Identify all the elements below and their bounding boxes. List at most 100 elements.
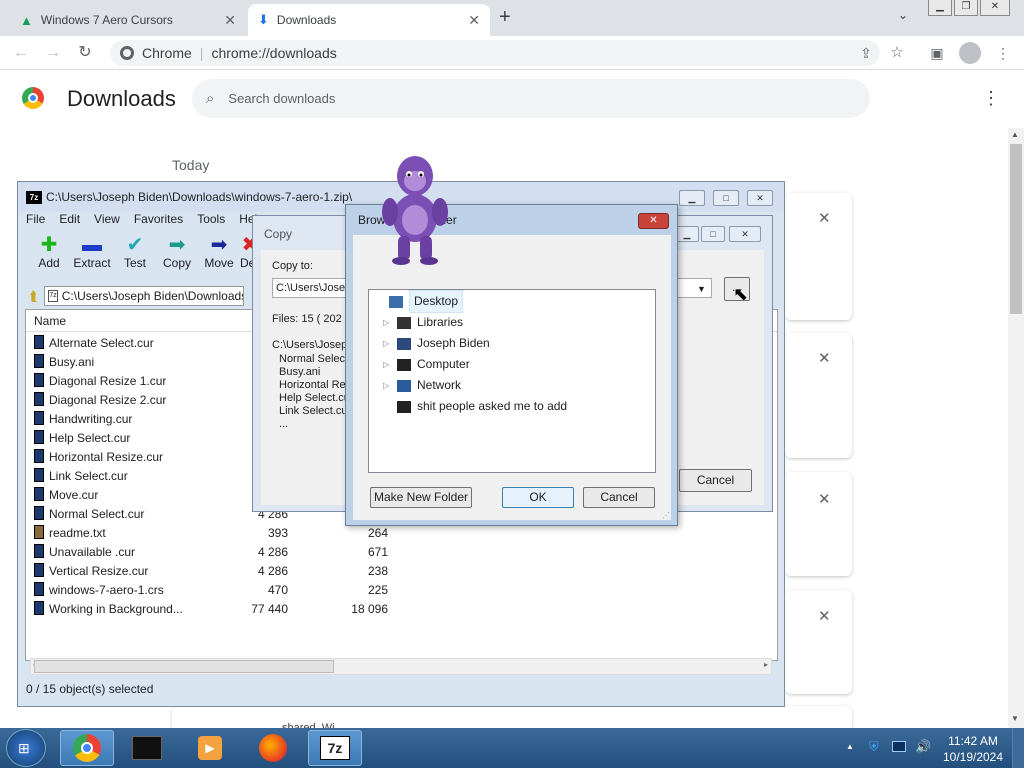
scrollbar-thumb[interactable] — [34, 660, 334, 673]
menu-file[interactable]: File — [26, 212, 45, 230]
table-row[interactable]: Busy.ani — [34, 353, 94, 372]
taskbar-chrome[interactable] — [60, 730, 114, 766]
tab-search-icon[interactable]: ⌄ — [898, 8, 908, 22]
table-row[interactable]: Vertical Resize.cur — [34, 562, 148, 581]
table-row[interactable]: Horizontal Resize.cur — [34, 448, 163, 467]
table-row[interactable]: Normal Select.cur — [34, 505, 144, 524]
minimize-button[interactable]: ▁ — [679, 190, 705, 206]
tab-windows7-aero-cursors[interactable]: ▲ Windows 7 Aero Cursors ✕ — [10, 4, 246, 36]
close-window-button[interactable]: ✕ — [980, 0, 1010, 16]
restore-button[interactable]: ❐ — [954, 0, 978, 16]
close-tab-icon[interactable]: ✕ — [468, 12, 480, 29]
table-row[interactable]: Diagonal Resize 1.cur — [34, 372, 166, 391]
shield-icon[interactable]: ⛨ — [869, 739, 879, 755]
taskbar-firefox[interactable] — [246, 730, 300, 766]
expand-arrow-icon[interactable]: ▷ — [383, 354, 395, 375]
side-panel-icon[interactable]: ▣ — [926, 42, 948, 64]
show-hidden-icons[interactable]: ▲ — [846, 742, 854, 751]
tab-title: Windows 7 Aero Cursors — [40, 13, 173, 27]
remove-download-icon[interactable]: ✕ — [818, 607, 831, 625]
chrome-menu-icon[interactable]: ⋮ — [992, 42, 1014, 64]
menu-edit[interactable]: Edit — [59, 212, 80, 230]
remove-download-icon[interactable]: ✕ — [818, 209, 831, 227]
move-button[interactable]: ➡ Move — [198, 234, 240, 270]
bookmark-star-icon[interactable]: ☆ — [886, 42, 908, 64]
scrollbar-thumb[interactable] — [1010, 144, 1022, 314]
make-new-folder-button[interactable]: Make New Folder — [370, 487, 472, 508]
profile-avatar[interactable] — [959, 42, 981, 64]
table-row[interactable]: Link Select.cur — [34, 467, 128, 486]
download-card — [785, 472, 852, 576]
table-row[interactable]: Handwriting.cur — [34, 410, 132, 429]
omnibox[interactable]: Chrome | chrome://downloads — [110, 40, 880, 66]
volume-icon[interactable]: 🔊 — [915, 739, 931, 755]
folder-icon — [397, 400, 411, 413]
tab-downloads[interactable]: ⬇ Downloads ✕ — [248, 4, 490, 36]
folder-up-icon[interactable]: ⮬ — [30, 288, 38, 305]
start-button[interactable]: ⊞ — [6, 729, 46, 767]
file-name: Handwriting.cur — [49, 412, 133, 426]
user-folder-icon — [397, 337, 411, 350]
table-row[interactable]: Diagonal Resize 2.cur — [34, 391, 166, 410]
reload-button[interactable]: ↻ — [74, 42, 96, 64]
tree-item[interactable]: ▷ Network — [383, 375, 461, 396]
firefox-icon — [259, 734, 287, 762]
tree-item[interactable]: ▷ Joseph Biden — [383, 333, 490, 354]
maximize-button[interactable]: □ — [701, 226, 725, 242]
back-button[interactable]: ← — [10, 42, 32, 64]
table-row[interactable]: windows-7-aero-1.crs — [34, 581, 164, 600]
bonzi-buddy-character[interactable] — [378, 154, 452, 266]
table-row[interactable]: readme.txt — [34, 524, 106, 543]
remove-download-icon[interactable]: ✕ — [818, 490, 831, 508]
taskbar-cmd[interactable] — [120, 730, 174, 766]
taskbar-media-player[interactable]: ▶ — [183, 730, 237, 766]
resize-grip-icon[interactable]: ⋰ — [662, 511, 670, 520]
table-row[interactable]: Move.cur — [34, 486, 98, 505]
search-downloads-input[interactable]: ⌕ Search downloads — [192, 79, 870, 118]
close-button[interactable]: ✕ — [747, 190, 773, 206]
scroll-down-icon[interactable]: ▼ — [1011, 714, 1019, 723]
clock-date: 10/19/2024 — [942, 750, 1004, 764]
tree-item[interactable]: ▷ Libraries — [383, 312, 463, 333]
expand-arrow-icon[interactable]: ▷ — [383, 312, 395, 333]
cancel-button[interactable]: Cancel — [679, 469, 752, 492]
add-button[interactable]: ✚ Add — [28, 234, 70, 270]
tree-item[interactable]: shit people asked me to add — [383, 396, 567, 417]
menu-favorites[interactable]: Favorites — [134, 212, 183, 230]
ok-button[interactable]: OK — [502, 487, 574, 508]
dropdown-arrow-icon[interactable]: ▼ — [697, 284, 706, 294]
menu-view[interactable]: View — [94, 212, 120, 230]
expand-arrow-icon[interactable]: ▷ — [383, 375, 395, 396]
minimize-button[interactable]: ▁ — [675, 226, 699, 242]
scroll-up-icon[interactable]: ▲ — [1011, 130, 1019, 139]
close-button[interactable]: ✕ — [729, 226, 761, 242]
share-icon[interactable]: ⇪ — [855, 42, 877, 64]
table-row[interactable]: Unavailable .cur — [34, 543, 135, 562]
taskbar-clock[interactable]: 11:42 AM 10/19/2024 — [938, 733, 1008, 765]
forward-button[interactable]: → — [42, 42, 64, 64]
extract-button[interactable]: ▬ Extract — [70, 234, 114, 270]
minimize-button[interactable]: ▁ — [928, 0, 952, 16]
table-row[interactable]: Alternate Select.cur — [34, 334, 154, 353]
menu-tools[interactable]: Tools — [197, 212, 225, 230]
copy-button[interactable]: ➡ Copy — [156, 234, 198, 270]
taskbar-7zip[interactable]: 7z — [308, 730, 362, 766]
network-tray-icon[interactable] — [892, 741, 906, 752]
maximize-button[interactable]: □ — [713, 190, 739, 206]
tree-item[interactable]: Desktop — [375, 290, 464, 313]
downloads-menu-icon[interactable]: ⋮ — [982, 88, 1000, 109]
table-row[interactable]: Working in Background... — [34, 600, 183, 619]
new-tab-button[interactable]: + — [499, 6, 511, 29]
tree-item[interactable]: ▷ Computer — [383, 354, 470, 375]
expand-arrow-icon[interactable]: ▷ — [383, 333, 395, 354]
table-row[interactable]: Help Select.cur — [34, 429, 130, 448]
cancel-button[interactable]: Cancel — [583, 487, 655, 508]
close-tab-icon[interactable]: ✕ — [224, 12, 236, 29]
7zip-path-input[interactable]: 7z C:\Users\Joseph Biden\Downloads\windo… — [44, 286, 245, 306]
tab-title: Downloads — [276, 13, 337, 27]
remove-download-icon[interactable]: ✕ — [818, 349, 831, 367]
test-button[interactable]: ✔ Test — [114, 234, 156, 270]
scroll-right-icon[interactable]: ▸ — [764, 660, 768, 669]
show-desktop-button[interactable] — [1012, 728, 1024, 768]
close-button[interactable]: ✕ — [638, 213, 669, 229]
